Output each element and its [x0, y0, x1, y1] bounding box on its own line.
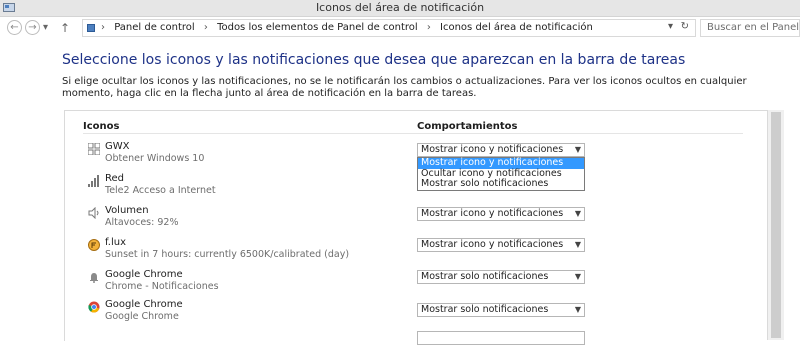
behavior-select[interactable]: Mostrar icono y notificaciones ▼ [417, 143, 585, 157]
breadcrumb-panel-de-control[interactable]: Panel de control [114, 22, 195, 33]
dropdown-option-only-notifications[interactable]: Mostrar solo notificaciones [418, 178, 584, 190]
behavior-select-value: Mostrar solo notificaciones [421, 304, 549, 315]
behavior-select[interactable]: Mostrar icono y notificaciones ▼ [417, 207, 585, 221]
row-subtitle: Chrome - Notificaciones [105, 281, 219, 292]
row-name: Red [105, 173, 124, 184]
dropdown-chevron-icon[interactable]: ▾ [668, 21, 673, 32]
vertical-scrollbar[interactable] [767, 110, 784, 340]
chevron-down-icon: ▼ [574, 272, 581, 281]
row-name: f.lux [105, 237, 127, 248]
header-divider [83, 133, 743, 134]
network-signal-icon [88, 175, 99, 187]
row-subtitle: Altavoces: 92% [105, 217, 179, 228]
flux-icon [88, 239, 100, 251]
behavior-select-value: Mostrar icono y notificaciones [421, 144, 564, 155]
behavior-select[interactable]: Mostrar icono y notificaciones ▼ [417, 238, 585, 252]
back-button[interactable]: ← [7, 20, 22, 35]
breadcrumb-chevron-icon[interactable]: › [427, 22, 431, 33]
chevron-down-icon: ▼ [574, 145, 581, 154]
recent-pages-chevron-icon[interactable]: ▾ [43, 17, 48, 39]
breadcrumb-todos-los-elementos[interactable]: Todos los elementos de Panel de control [217, 22, 418, 33]
control-panel-icon [87, 24, 95, 32]
row-subtitle: Sunset in 7 hours: currently 6500K/calib… [105, 249, 350, 260]
bell-icon [90, 273, 98, 283]
row-name: Google Chrome [105, 269, 183, 280]
row-subtitle: Google Chrome [105, 311, 179, 322]
refresh-icon[interactable]: ↻ [681, 21, 689, 32]
search-placeholder: Buscar en el Panel de control [707, 22, 800, 33]
address-bar[interactable]: › Panel de control › Todos los elementos… [82, 19, 696, 37]
breadcrumb-chevron-icon[interactable]: › [204, 22, 208, 33]
navigation-bar: ← → ▾ ↑ › Panel de control › Todos los e… [0, 17, 800, 39]
chevron-down-icon: ▼ [574, 240, 581, 249]
behavior-select-value: Mostrar solo notificaciones [421, 271, 549, 282]
chrome-icon [88, 301, 100, 313]
column-header-behaviors: Comportamientos [417, 121, 518, 132]
breadcrumb-chevron-icon[interactable]: › [101, 22, 105, 33]
behavior-dropdown-list: Mostrar icono y notificaciones Ocultar i… [417, 157, 585, 191]
row-subtitle: Tele2 Acceso a Internet [105, 185, 216, 196]
icons-table: Iconos Comportamientos GWX Obtener Windo… [64, 110, 770, 345]
forward-button[interactable]: → [25, 20, 40, 35]
scrollbar-thumb[interactable] [771, 112, 781, 338]
dropdown-option-show-all[interactable]: Mostrar icono y notificaciones [418, 157, 584, 169]
row-name: Google Chrome [105, 299, 183, 310]
behavior-select[interactable]: Mostrar solo notificaciones ▼ [417, 270, 585, 284]
speaker-icon [88, 207, 99, 219]
title-bar: Iconos del área de notificación [0, 0, 800, 17]
row-name: Volumen [105, 205, 149, 216]
up-arrow-icon[interactable]: ↑ [60, 17, 70, 39]
chevron-down-icon: ▼ [574, 209, 581, 218]
page-heading: Seleccione los iconos y las notificacion… [62, 52, 686, 68]
search-input[interactable]: Buscar en el Panel de control [700, 19, 800, 37]
window-title: Iconos del área de notificación [315, 1, 485, 14]
page-description: Si elige ocultar los iconos y las notifi… [62, 76, 747, 99]
chevron-down-icon: ▼ [574, 305, 581, 314]
behavior-select-value: Mostrar icono y notificaciones [421, 208, 564, 219]
column-header-icons: Iconos [83, 121, 120, 132]
breadcrumb-iconos-area[interactable]: Iconos del área de notificación [440, 22, 593, 33]
behavior-select[interactable] [417, 331, 585, 345]
windows-icon [88, 143, 100, 155]
behavior-select-value: Mostrar icono y notificaciones [421, 239, 564, 250]
behavior-select[interactable]: Mostrar solo notificaciones ▼ [417, 303, 585, 317]
row-subtitle: Obtener Windows 10 [105, 153, 205, 164]
row-name: GWX [105, 141, 130, 152]
